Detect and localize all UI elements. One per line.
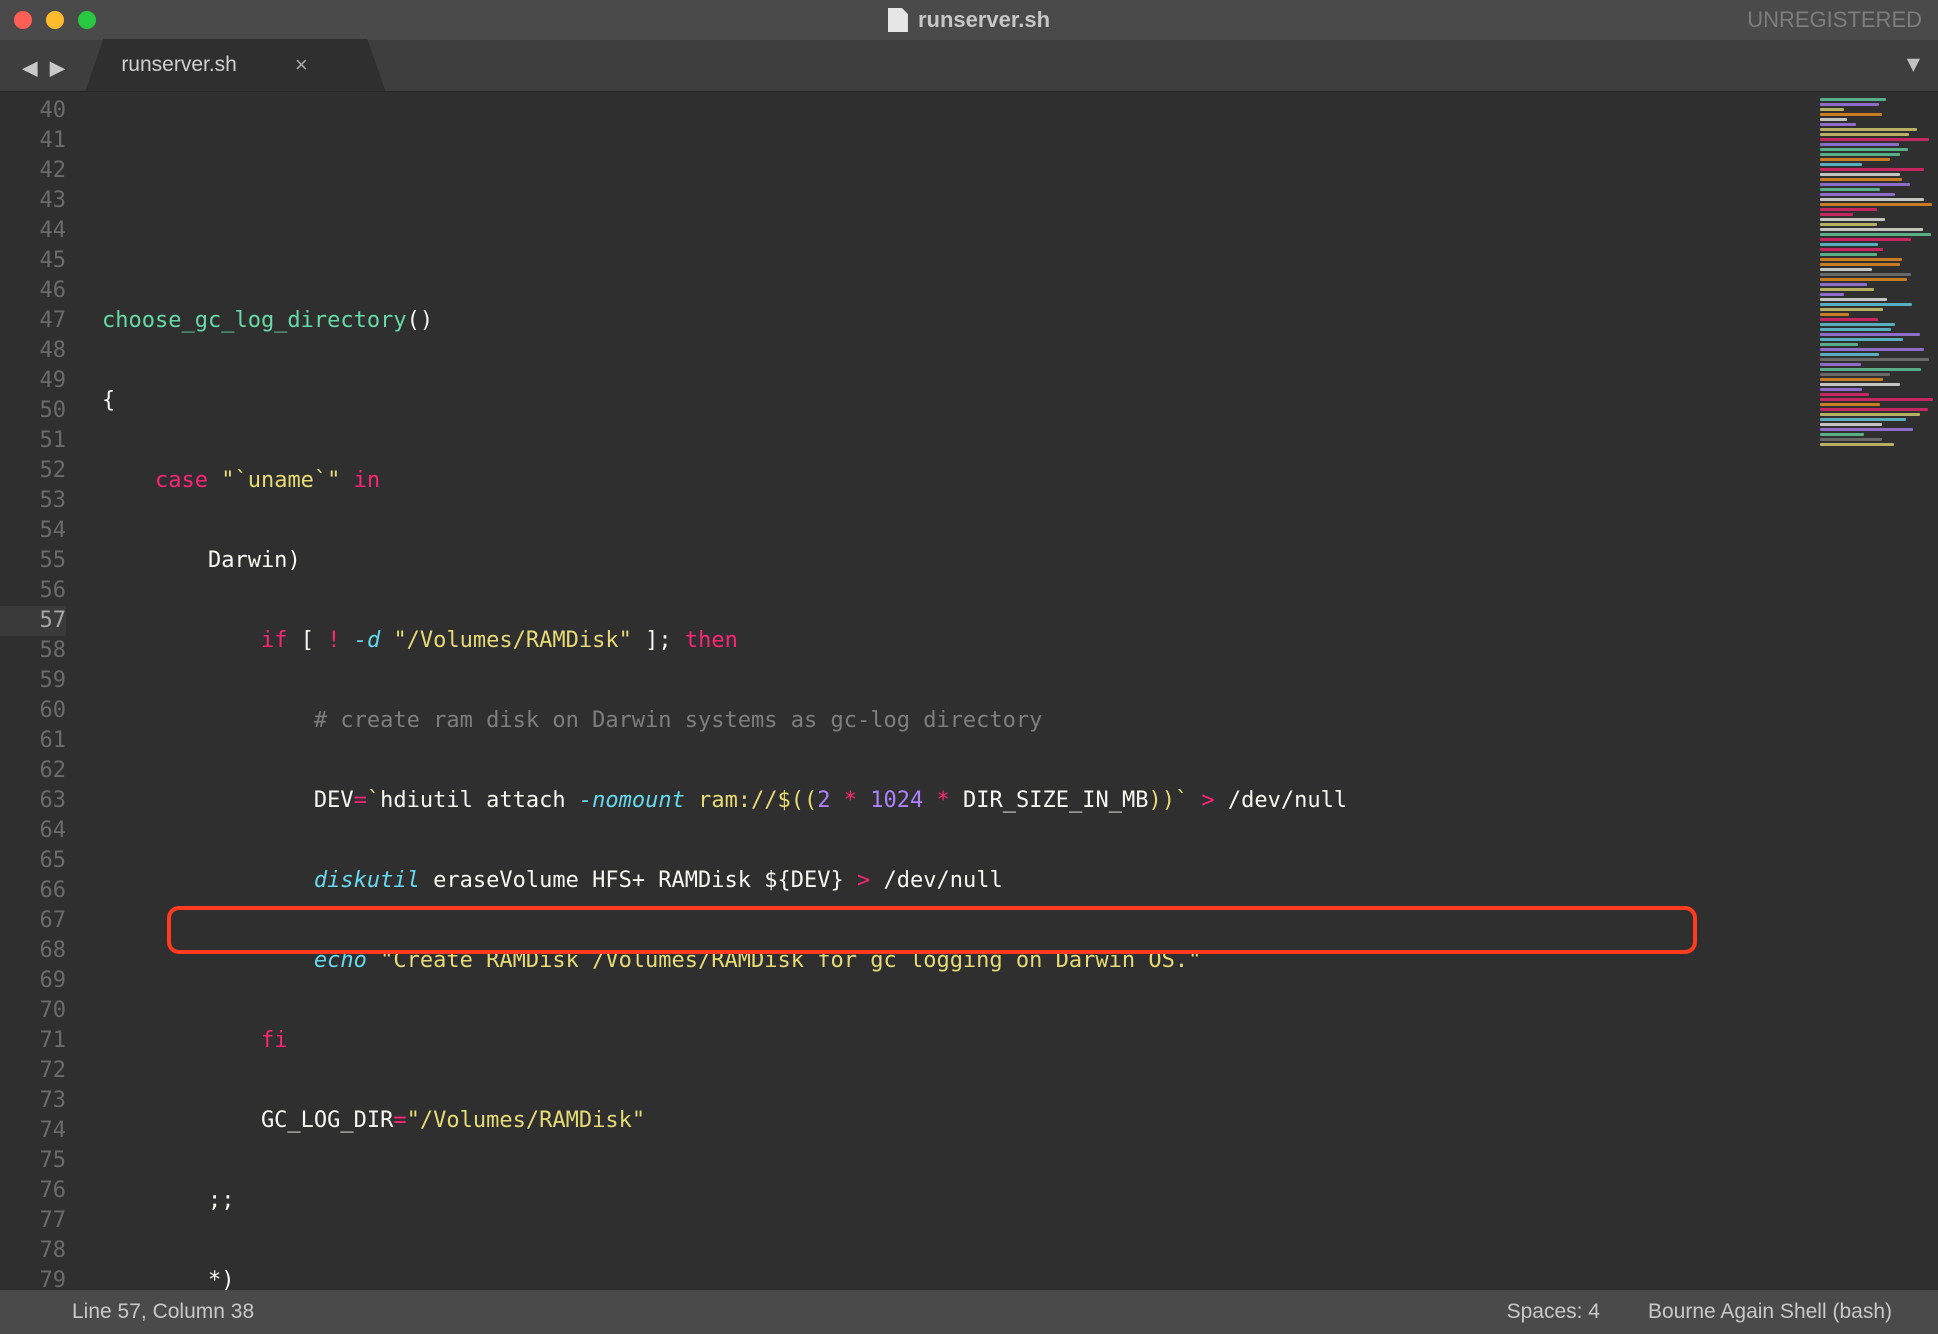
line-number[interactable]: 75 <box>0 1146 66 1176</box>
line-number[interactable]: 79 <box>0 1266 66 1296</box>
line-number[interactable]: 61 <box>0 726 66 756</box>
tab-active[interactable]: runserver.sh × <box>85 39 385 91</box>
line-number[interactable]: 57 <box>0 606 66 636</box>
code-line: DEV=`hdiutil attach -nomount ram://$((2 … <box>78 786 1816 816</box>
line-number[interactable]: 52 <box>0 456 66 486</box>
nav-forward-icon[interactable]: ▶ <box>50 55 66 81</box>
line-number[interactable]: 47 <box>0 306 66 336</box>
code-line: if [ ! -d "/Volumes/RAMDisk" ]; then <box>78 626 1816 656</box>
code-line: # create ram disk on Darwin systems as g… <box>78 706 1816 736</box>
window-titlebar: runserver.sh UNREGISTERED <box>0 0 1938 40</box>
line-number[interactable]: 78 <box>0 1236 66 1266</box>
close-window-button[interactable] <box>14 11 32 29</box>
line-number[interactable]: 77 <box>0 1206 66 1236</box>
tab-overflow-icon[interactable]: ▼ <box>1907 52 1920 77</box>
line-number[interactable]: 40 <box>0 96 66 126</box>
line-number[interactable]: 43 <box>0 186 66 216</box>
line-number[interactable]: 51 <box>0 426 66 456</box>
code-line <box>78 146 1816 176</box>
tab-label: runserver.sh <box>121 53 237 77</box>
line-number[interactable]: 63 <box>0 786 66 816</box>
line-number[interactable]: 74 <box>0 1116 66 1146</box>
line-number[interactable]: 65 <box>0 846 66 876</box>
line-number[interactable]: 48 <box>0 336 66 366</box>
line-number[interactable]: 70 <box>0 996 66 1026</box>
line-number[interactable]: 71 <box>0 1026 66 1056</box>
editor-area: 4041424344454647484950515253545556575859… <box>0 92 1938 1290</box>
minimap[interactable] <box>1816 92 1938 1290</box>
line-number[interactable]: 76 <box>0 1176 66 1206</box>
code-line: { <box>78 386 1816 416</box>
code-line: Darwin) <box>78 546 1816 576</box>
line-number[interactable]: 46 <box>0 276 66 306</box>
line-number[interactable]: 45 <box>0 246 66 276</box>
code-line: diskutil eraseVolume HFS+ RAMDisk ${DEV}… <box>78 866 1816 896</box>
line-number[interactable]: 62 <box>0 756 66 786</box>
file-icon <box>888 8 908 32</box>
line-number[interactable]: 60 <box>0 696 66 726</box>
line-number[interactable]: 58 <box>0 636 66 666</box>
zoom-window-button[interactable] <box>78 11 96 29</box>
code-line: fi <box>78 1026 1816 1056</box>
code-line <box>78 226 1816 256</box>
line-number[interactable]: 42 <box>0 156 66 186</box>
line-number[interactable]: 59 <box>0 666 66 696</box>
code-line: echo "Create RAMDisk /Volumes/RAMDisk fo… <box>78 946 1816 976</box>
line-number[interactable]: 68 <box>0 936 66 966</box>
code-line: choose_gc_log_directory() <box>78 306 1816 336</box>
tab-close-icon[interactable]: × <box>295 52 308 78</box>
line-number[interactable]: 44 <box>0 216 66 246</box>
code-line: *) <box>78 1266 1816 1296</box>
line-number-gutter[interactable]: 4041424344454647484950515253545556575859… <box>0 92 78 1290</box>
tab-bar: ◀ ▶ runserver.sh × ▼ <box>0 40 1938 92</box>
line-number[interactable]: 49 <box>0 366 66 396</box>
line-number[interactable]: 50 <box>0 396 66 426</box>
line-number[interactable]: 67 <box>0 906 66 936</box>
line-number[interactable]: 56 <box>0 576 66 606</box>
line-number[interactable]: 66 <box>0 876 66 906</box>
line-number[interactable]: 41 <box>0 126 66 156</box>
line-number[interactable]: 53 <box>0 486 66 516</box>
line-number[interactable]: 72 <box>0 1056 66 1086</box>
line-number[interactable]: 73 <box>0 1086 66 1116</box>
code-line: ;; <box>78 1186 1816 1216</box>
minimize-window-button[interactable] <box>46 11 64 29</box>
window-title: runserver.sh <box>0 7 1938 33</box>
line-number[interactable]: 69 <box>0 966 66 996</box>
unregistered-label: UNREGISTERED <box>1747 7 1922 33</box>
line-number[interactable]: 55 <box>0 546 66 576</box>
code-line: GC_LOG_DIR="/Volumes/RAMDisk" <box>78 1106 1816 1136</box>
title-filename: runserver.sh <box>918 7 1050 33</box>
line-number[interactable]: 54 <box>0 516 66 546</box>
code-line: case "`uname`" in <box>78 466 1816 496</box>
traffic-lights <box>14 11 96 29</box>
line-number[interactable]: 64 <box>0 816 66 846</box>
nav-arrows: ◀ ▶ <box>0 55 85 91</box>
nav-back-icon[interactable]: ◀ <box>22 55 38 81</box>
code-view[interactable]: choose_gc_log_directory() { case "`uname… <box>78 92 1816 1290</box>
